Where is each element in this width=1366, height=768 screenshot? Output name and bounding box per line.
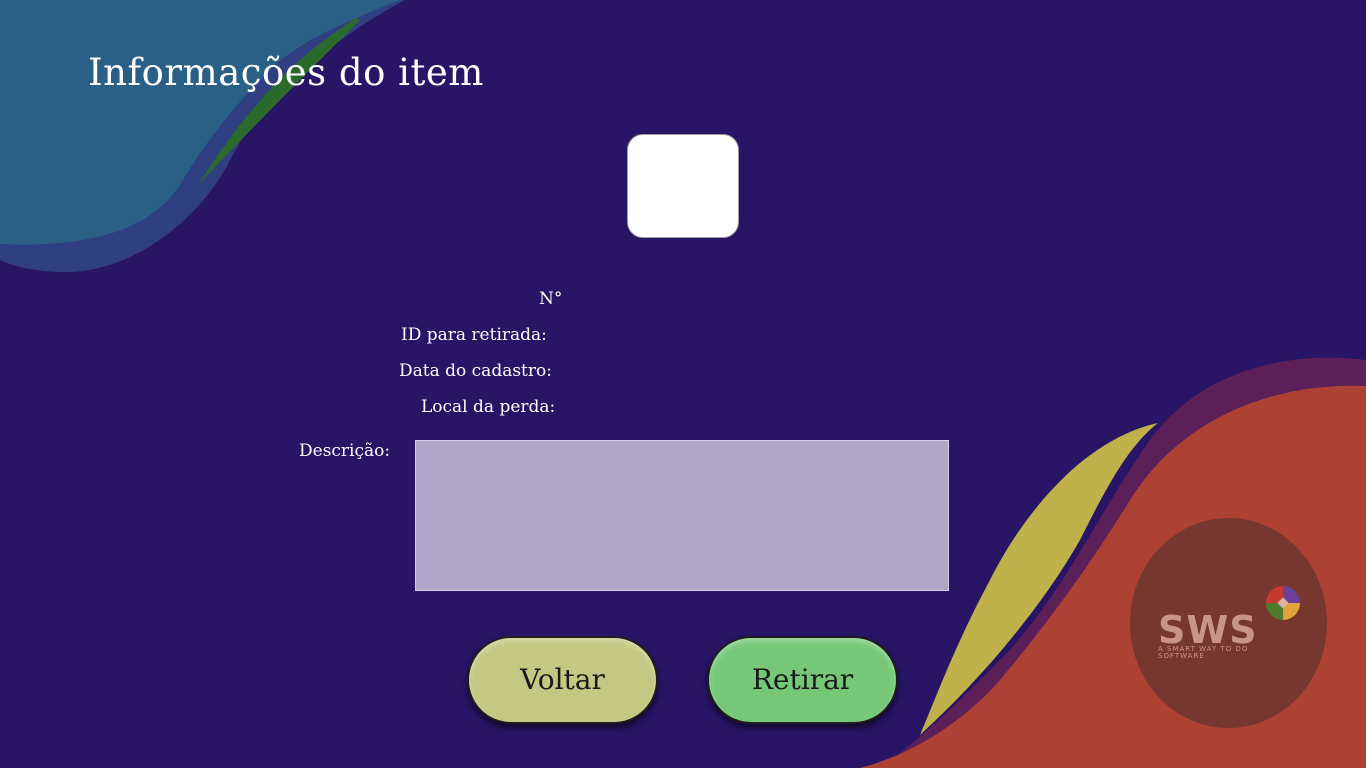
page-title: Informações do item	[88, 51, 484, 94]
logo-tagline: A SMART WAY TO DO SOFTWARE	[1158, 645, 1249, 660]
withdrawal-id-label: ID para retirada:	[401, 325, 547, 345]
logo-mark-icon	[1266, 586, 1300, 620]
back-button[interactable]: Voltar	[467, 636, 658, 724]
registration-date-label: Data do cadastro:	[399, 361, 552, 381]
description-field[interactable]	[415, 440, 949, 591]
sws-logo: SWS A SMART WAY TO DO SOFTWARE	[1130, 518, 1327, 728]
withdraw-button[interactable]: Retirar	[707, 636, 898, 724]
number-label: N°	[539, 289, 563, 309]
loss-location-label: Local da perda:	[421, 397, 556, 417]
logo-wordmark: SWS	[1158, 608, 1258, 652]
item-photo	[627, 134, 739, 238]
description-label: Descrição:	[299, 441, 391, 461]
